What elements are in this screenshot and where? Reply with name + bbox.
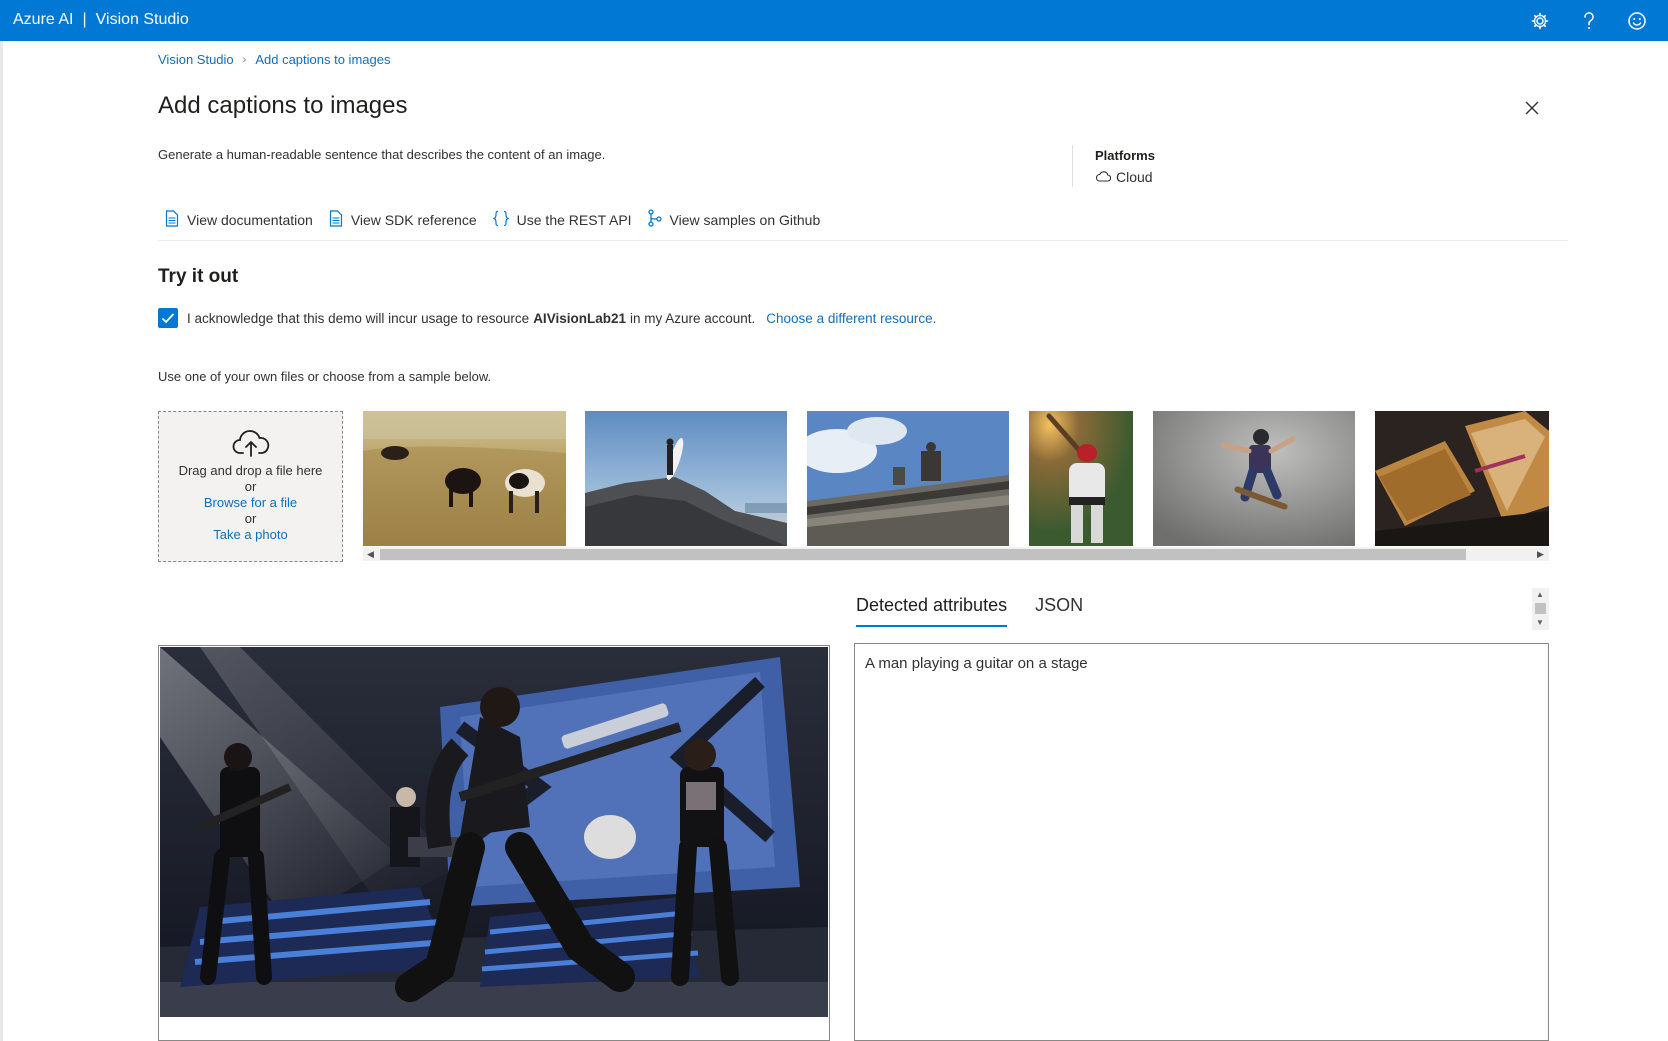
image-preview [158, 645, 830, 1041]
brand-vision-studio: Vision Studio [95, 11, 189, 28]
top-bar: Azure AI | Vision Studio [0, 0, 1668, 41]
generated-caption: A man playing a guitar on a stage [865, 655, 1088, 672]
link-label: View samples on Github [669, 211, 821, 228]
document-icon [165, 209, 179, 230]
vertical-divider [1072, 145, 1073, 187]
left-edge [0, 41, 3, 1041]
sample-image-building[interactable] [807, 411, 1009, 546]
braces-icon [491, 210, 510, 230]
use-rest-api-link[interactable]: Use the REST API [491, 209, 632, 230]
sample-image-sandwich[interactable] [1375, 411, 1549, 546]
branch-icon [647, 209, 662, 230]
scroll-left-arrow-icon[interactable]: ◀ [367, 549, 374, 560]
drag-drop-text: Drag and drop a file here [178, 463, 323, 478]
result-tabs: Detected attributes JSON [856, 595, 1083, 627]
scrollbar-thumb[interactable] [1535, 603, 1546, 614]
take-photo-link[interactable]: Take a photo [159, 527, 342, 543]
results-panel: A man playing a guitar on a stage [854, 643, 1549, 1041]
link-label: Use the REST API [516, 211, 632, 228]
gear-icon[interactable] [1529, 10, 1551, 32]
view-samples-github-link[interactable]: View samples on Github [647, 209, 821, 230]
sample-image-baseball[interactable] [1029, 411, 1133, 546]
help-icon[interactable] [1578, 10, 1600, 32]
acknowledge-suffix: in my Azure account. [629, 310, 756, 326]
platforms-value: Cloud [1095, 169, 1153, 185]
scroll-down-arrow-icon[interactable]: ▼ [1536, 618, 1544, 627]
platforms-label: Platforms [1095, 148, 1155, 163]
try-it-out-heading: Try it out [158, 266, 239, 287]
use-own-files-text: Use one of your own files or choose from… [158, 369, 492, 384]
breadcrumb-separator: › [242, 53, 247, 66]
sample-image-surfer[interactable] [585, 411, 787, 546]
browse-file-link[interactable]: Browse for a file [159, 495, 342, 511]
section-divider [158, 240, 1568, 241]
scroll-up-arrow-icon[interactable]: ▲ [1536, 590, 1544, 599]
samples-horizontal-scrollbar[interactable]: ◀ ▶ [363, 547, 1549, 561]
resource-links: View documentation View SDK reference Us… [165, 209, 820, 230]
brand-azure-ai: Azure AI [13, 11, 74, 28]
choose-resource-link[interactable]: Choose a different resource. [766, 311, 936, 326]
link-label: View SDK reference [350, 211, 477, 228]
acknowledge-text: I acknowledge that this demo will incur … [187, 310, 530, 326]
acknowledge-row: I acknowledge that this demo will incur … [158, 308, 936, 328]
resource-name: AIVisionLab21 [533, 310, 626, 326]
sample-image-skateboarder[interactable] [1153, 411, 1355, 546]
brand[interactable]: Azure AI | Vision Studio [13, 11, 189, 29]
view-sdk-reference-link[interactable]: View SDK reference [329, 209, 477, 230]
or-text: or [244, 479, 257, 494]
or-text: or [244, 511, 257, 526]
tab-detected-attributes[interactable]: Detected attributes [856, 595, 1008, 627]
breadcrumb-vision-studio[interactable]: Vision Studio [158, 52, 234, 67]
platforms-cloud-text: Cloud [1116, 169, 1153, 185]
scroll-right-arrow-icon[interactable]: ▶ [1537, 549, 1544, 560]
breadcrumb-current[interactable]: Add captions to images [255, 52, 390, 67]
sample-image-cows[interactable] [363, 411, 566, 546]
document-icon [329, 209, 343, 230]
feedback-smiley-icon[interactable] [1626, 10, 1648, 32]
tab-json[interactable]: JSON [1035, 595, 1083, 627]
link-label: View documentation [187, 211, 313, 228]
file-drop-zone[interactable]: Drag and drop a file here or Browse for … [158, 411, 343, 562]
view-documentation-link[interactable]: View documentation [165, 209, 313, 230]
cloud-upload-icon [232, 429, 270, 459]
acknowledge-checkbox[interactable] [158, 308, 178, 328]
cloud-icon [1095, 169, 1112, 185]
close-icon[interactable] [1522, 98, 1542, 118]
scrollbar-thumb[interactable] [380, 549, 1466, 560]
tabs-vertical-scrollbar[interactable]: ▲ ▼ [1532, 588, 1549, 630]
breadcrumb: Vision Studio › Add captions to images [158, 52, 390, 67]
page-title: Add captions to images [158, 92, 408, 119]
page-description: Generate a human-readable sentence that … [158, 147, 606, 162]
sample-images [363, 411, 1549, 546]
concert-image [160, 647, 828, 1017]
brand-separator: | [82, 11, 87, 28]
